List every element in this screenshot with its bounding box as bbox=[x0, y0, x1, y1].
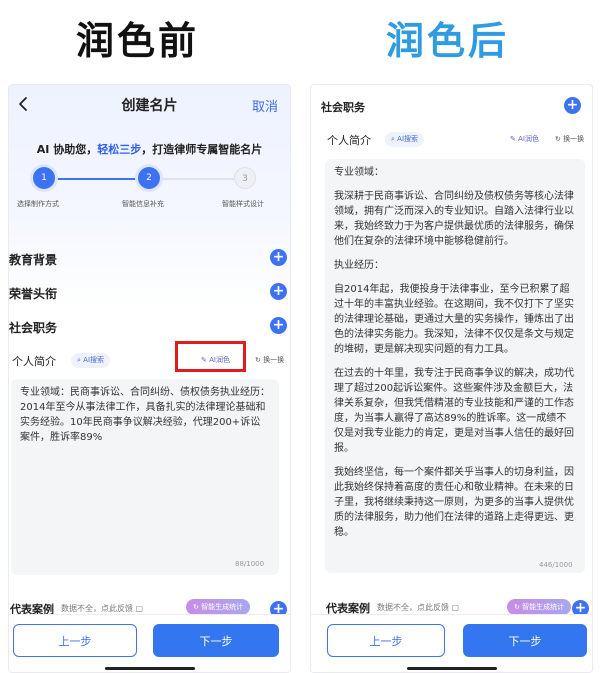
add-education-button[interactable]: + bbox=[270, 249, 287, 266]
feedback-text: 数据不全，点此反馈 bbox=[377, 603, 449, 612]
step-indicator: 1 2 3 选择制作方式 智能信息补充 智能样式设计 bbox=[9, 167, 290, 217]
step-1-label: 选择制作方式 bbox=[17, 200, 59, 208]
bio-textarea[interactable]: 专业领域：民商事诉讼、合同纠纷、债权债务执业经历：2014年至今从事法律工作，具… bbox=[11, 379, 279, 575]
ai-polish-label: AI润色 bbox=[518, 135, 539, 143]
feedback-icon: ▢ bbox=[135, 604, 144, 613]
add-social-role-button[interactable]: + bbox=[270, 317, 287, 334]
footer: 上一步 下一步 bbox=[311, 614, 592, 672]
section-honors: 荣誉头衔 + bbox=[9, 279, 290, 309]
step-1: 1 bbox=[33, 167, 55, 189]
next-step-button[interactable]: 下一步 bbox=[463, 624, 587, 657]
after-screen: 社会职务 + 个人简介 ⌕ AI搜索 ✎ AI润色 ↻ 换一换 专业领域： 我深… bbox=[310, 84, 593, 673]
add-honors-button[interactable]: + bbox=[270, 283, 287, 300]
prev-step-button[interactable]: 上一步 bbox=[13, 624, 137, 657]
bio-paragraph: 我深耕于民商事诉讼、合同纠纷及债权债务等核心法律领域，拥有广泛而深入的专业知识。… bbox=[334, 191, 574, 247]
bio-text: 专业领域：民商事诉讼、合同纠纷、债权债务执业经历：2014年至今从事法律工作，具… bbox=[20, 387, 270, 443]
next-step-button[interactable]: 下一步 bbox=[153, 624, 279, 657]
ai-polish-button[interactable]: ✎ AI润色 bbox=[504, 132, 545, 147]
step-line-2 bbox=[161, 178, 239, 180]
bio-textarea[interactable]: 专业领域： 我深耕于民商事诉讼、合同纠纷及债权债务等核心法律领域，拥有广泛而深入… bbox=[325, 159, 585, 573]
section-social-roles: 社会职务 + bbox=[9, 313, 290, 343]
footer: 上一步 下一步 bbox=[9, 614, 290, 672]
highlight-box bbox=[175, 341, 246, 372]
feedback-link[interactable]: 数据不全，点此反馈 ▢ bbox=[377, 602, 459, 613]
char-counter: 88/1000 bbox=[235, 560, 265, 568]
stat-label: 智能生成统计 bbox=[522, 603, 565, 611]
tagline-post: ，打造律师专属智能名片 bbox=[141, 143, 263, 156]
refresh-icon: ↻ bbox=[193, 603, 199, 611]
char-counter: 446/1000 bbox=[539, 561, 573, 569]
step-3: 3 bbox=[234, 167, 256, 189]
feedback-icon: ▢ bbox=[451, 603, 460, 612]
tagline-pre: AI 协助您， bbox=[36, 143, 98, 156]
ai-search-button[interactable]: ⌕ AI搜索 bbox=[385, 132, 425, 147]
search-icon: ⌕ bbox=[77, 356, 81, 364]
stat-label: 智能生成统计 bbox=[201, 603, 244, 611]
section-education: 教育背景 + bbox=[9, 245, 290, 275]
section-label: 教育背景 bbox=[9, 253, 58, 267]
ai-search-label: AI搜索 bbox=[397, 135, 419, 143]
section-label: 社会职务 bbox=[9, 321, 58, 335]
step-2: 2 bbox=[138, 167, 160, 189]
step-3-label: 智能样式设计 bbox=[222, 200, 264, 208]
after-heading: 润色后 bbox=[386, 19, 510, 63]
bio-paragraph: 执业经历： bbox=[334, 260, 384, 271]
section-label: 社会职务 bbox=[321, 101, 365, 114]
generate-stats-button[interactable]: ↻ 智能生成统计 bbox=[186, 599, 251, 615]
tagline-emphasis: 轻松三步 bbox=[97, 143, 142, 156]
before-heading: 润色前 bbox=[76, 19, 200, 63]
swap-label: 换一换 bbox=[263, 356, 285, 364]
feedback-link[interactable]: 数据不全，点此反馈 ▢ bbox=[61, 603, 143, 614]
search-icon: ⌕ bbox=[391, 135, 395, 143]
intro-label: 个人简介 bbox=[12, 355, 56, 368]
before-screen: 创建名片 取消 AI 协助您，轻松三步，打造律师专属智能名片 1 2 3 选择制… bbox=[8, 84, 291, 673]
bio-paragraph: 专业领域： bbox=[334, 167, 384, 178]
generate-stats-button[interactable]: ↻ 智能生成统计 bbox=[507, 599, 572, 615]
home-indicator bbox=[104, 667, 195, 670]
step-line-1 bbox=[55, 178, 137, 180]
ai-search-label: AI搜索 bbox=[83, 356, 105, 364]
tagline: AI 协助您，轻松三步，打造律师专属智能名片 bbox=[9, 141, 290, 157]
section-label: 荣誉头衔 bbox=[9, 287, 58, 301]
page-title: 创建名片 bbox=[121, 98, 178, 114]
bio-paragraph: 自2014年起，我便投身于法律事业，至今已积累了超过十年的丰富执业经验。在这期间… bbox=[334, 284, 574, 355]
wand-icon: ✎ bbox=[510, 135, 516, 143]
intro-label: 个人简介 bbox=[327, 134, 371, 147]
refresh-icon: ↻ bbox=[555, 135, 561, 143]
bio-paragraph: 我始终坚信，每一个案件都关乎当事人的切身利益，因此我始终保持着高度的责任心和敬业… bbox=[334, 467, 574, 538]
bio-paragraph: 在过去的十年里，我专注于民商事争议的解决，成功代理了超过200起诉讼案件。这些案… bbox=[334, 368, 574, 454]
step-2-label: 智能信息补充 bbox=[122, 200, 164, 208]
refresh-icon: ↻ bbox=[514, 603, 520, 611]
cancel-button[interactable]: 取消 bbox=[252, 96, 278, 115]
feedback-text: 数据不全，点此反馈 bbox=[61, 604, 133, 613]
home-indicator bbox=[406, 667, 497, 670]
swap-button[interactable]: ↻ 换一换 bbox=[249, 353, 290, 368]
swap-button[interactable]: ↻ 换一换 bbox=[549, 132, 591, 147]
ai-search-button[interactable]: ⌕ AI搜索 bbox=[71, 353, 111, 368]
section-social-roles: 社会职务 + bbox=[321, 93, 584, 123]
refresh-icon: ↻ bbox=[255, 356, 261, 364]
prev-step-button[interactable]: 上一步 bbox=[327, 624, 445, 657]
swap-label: 换一换 bbox=[563, 135, 585, 143]
add-social-role-button[interactable]: + bbox=[564, 97, 581, 114]
